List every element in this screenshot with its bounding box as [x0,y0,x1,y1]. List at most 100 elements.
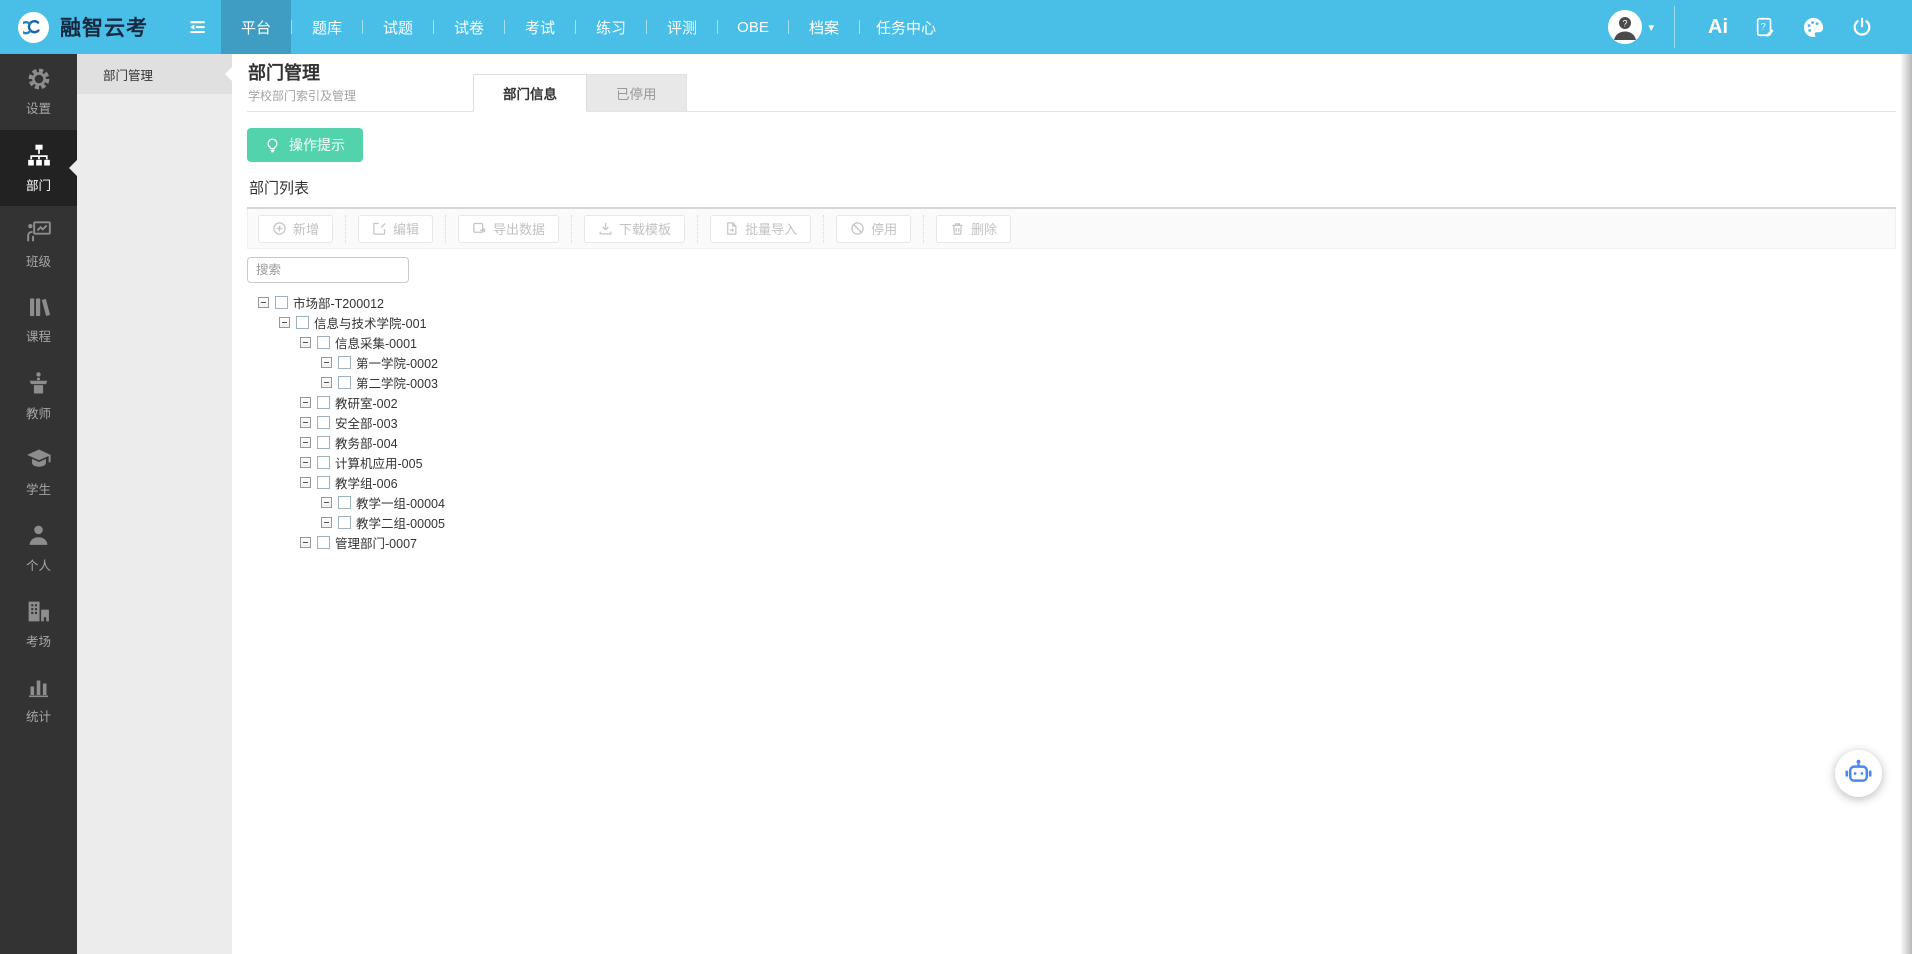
sidebar-item-statistics[interactable]: 统计 [0,662,77,738]
nav-item-obe[interactable]: OBE [718,0,788,54]
tree-node-label[interactable]: 信息与技术学院-001 [314,313,427,332]
app-title: 融智云考 [60,17,148,40]
avatar[interactable]: ? [1608,10,1643,44]
sidebar-item-teachers[interactable]: 教师 [0,358,77,434]
tree-node-label[interactable]: 管理部门-0007 [335,533,417,552]
disable-button[interactable]: 停用 [836,214,912,243]
collapse-toggle-icon[interactable] [258,296,269,308]
tree-checkbox[interactable] [317,335,330,349]
collapse-toggle-icon[interactable] [300,476,311,488]
collapse-toggle-icon[interactable] [300,456,311,468]
tree-node-label[interactable]: 教研室-002 [335,393,398,412]
sidebar-item-exam-rooms[interactable]: 考场 [0,586,77,662]
tree-checkbox[interactable] [317,435,330,449]
section-title: 部门列表 [247,177,1896,209]
tree-node-label[interactable]: 信息采集-0001 [335,333,417,352]
export-data-button[interactable]: 导出数据 [458,214,560,243]
tree-node: 信息与技术学院-001 [247,312,1896,332]
help-manual-icon[interactable]: ? [1754,16,1776,38]
sidebar-item-students[interactable]: 学生 [0,434,77,510]
tab-department-info[interactable]: 部门信息 [473,74,587,112]
tree-node-label[interactable]: 教学二组-00005 [356,513,445,532]
tab-disabled[interactable]: 已停用 [587,74,687,112]
tree-checkbox[interactable] [338,515,351,529]
ai-robot-fab[interactable] [1835,750,1882,797]
toolbar-separator [923,214,925,243]
topbar-right: ? ▾ Ai ? [1608,6,1912,48]
nav-item-question-bank[interactable]: 题库 [292,0,362,54]
tree-checkbox[interactable] [317,475,330,489]
tree-node-label[interactable]: 第一学院-0002 [356,353,438,372]
theme-palette-icon[interactable] [1802,16,1825,39]
add-button[interactable]: 新增 [258,214,334,243]
tree-checkbox[interactable] [317,535,330,549]
tree-checkbox[interactable] [317,395,330,409]
search-input[interactable] [247,257,409,283]
submenu-item-department-management[interactable]: 部门管理 [77,54,232,94]
tree-node: 市场部-T200012 [247,292,1896,312]
sidebar-item-label: 个人 [25,558,51,573]
delete-button[interactable]: 删除 [936,214,1012,243]
tree-node-label[interactable]: 教学组-006 [335,473,398,492]
tree-node-label[interactable]: 市场部-T200012 [293,293,384,312]
svg-text:?: ? [1761,21,1766,31]
nav-item-practice[interactable]: 练习 [576,0,646,54]
sidebar-item-departments[interactable]: 部门 [0,130,77,206]
brand: 融智云考 [0,11,178,43]
chevron-down-icon[interactable]: ▾ [1648,21,1654,34]
tree-checkbox[interactable] [317,415,330,429]
collapse-toggle-icon[interactable] [300,536,311,548]
operation-tip-label: 操作提示 [289,137,345,153]
sidebar-item-classes[interactable]: 班级 [0,206,77,282]
collapse-toggle-icon[interactable] [321,496,332,508]
tree-checkbox[interactable] [338,355,351,369]
collapse-toggle-icon[interactable] [300,416,311,428]
nav-item-exams[interactable]: 考试 [505,0,575,54]
collapse-toggle-icon[interactable] [300,336,311,348]
ai-assistant-icon[interactable]: Ai [1708,17,1728,37]
tree-node-label[interactable]: 教学一组-00004 [356,493,445,512]
edit-button[interactable]: 编辑 [358,214,434,243]
operation-tip-button[interactable]: 操作提示 [247,128,363,162]
collapse-toggle-icon[interactable] [321,356,332,368]
sidebar: 设置 部门 班级 课程 教师 学生 个人 考场 统计 [0,54,77,954]
nav-item-evaluation[interactable]: 评测 [647,0,717,54]
user-menu[interactable]: ? ▾ [1608,10,1654,44]
sidebar-item-label: 统计 [25,710,51,724]
tree-checkbox[interactable] [275,295,288,309]
page-header: 部门管理 学校部门索引及管理 部门信息 已停用 [247,54,1896,112]
nav-item-task-center[interactable]: 任务中心 [860,0,952,54]
collapse-toggle-icon[interactable] [321,516,332,528]
org-tree-icon [26,142,52,168]
add-button-label: 新增 [293,222,320,237]
collapse-toggle-icon[interactable] [300,436,311,448]
download-template-button[interactable]: 下载模板 [584,214,686,243]
logout-power-icon[interactable] [1851,16,1873,38]
tree-checkbox[interactable] [338,375,351,389]
tree-checkbox[interactable] [317,455,330,469]
batch-import-button[interactable]: 批量导入 [710,214,812,243]
menu-fold-icon[interactable] [188,18,207,37]
nav-item-papers[interactable]: 试卷 [434,0,504,54]
bar-chart-icon [27,675,51,699]
nav-item-questions[interactable]: 试题 [363,0,433,54]
toolbar-separator [697,214,699,243]
nav-item-platform[interactable]: 平台 [221,0,291,54]
collapse-toggle-icon[interactable] [279,316,290,328]
collapse-toggle-icon[interactable] [321,376,332,388]
robot-icon [1843,758,1874,789]
sidebar-item-settings[interactable]: 设置 [0,54,77,130]
sidebar-item-label: 班级 [25,255,51,269]
tree-node-label[interactable]: 第二学院-0003 [356,373,438,392]
tree-checkbox[interactable] [296,315,309,329]
tree-node: 第二学院-0003 [247,372,1896,392]
sidebar-item-courses[interactable]: 课程 [0,282,77,358]
sidebar-item-personal[interactable]: 个人 [0,510,77,586]
nav-item-archives[interactable]: 档案 [789,0,859,54]
download-icon [598,221,613,236]
tree-node-label[interactable]: 教务部-004 [335,433,398,452]
tree-node-label[interactable]: 计算机应用-005 [335,453,423,472]
tree-node-label[interactable]: 安全部-003 [335,413,398,432]
tree-checkbox[interactable] [338,495,351,509]
collapse-toggle-icon[interactable] [300,396,311,408]
